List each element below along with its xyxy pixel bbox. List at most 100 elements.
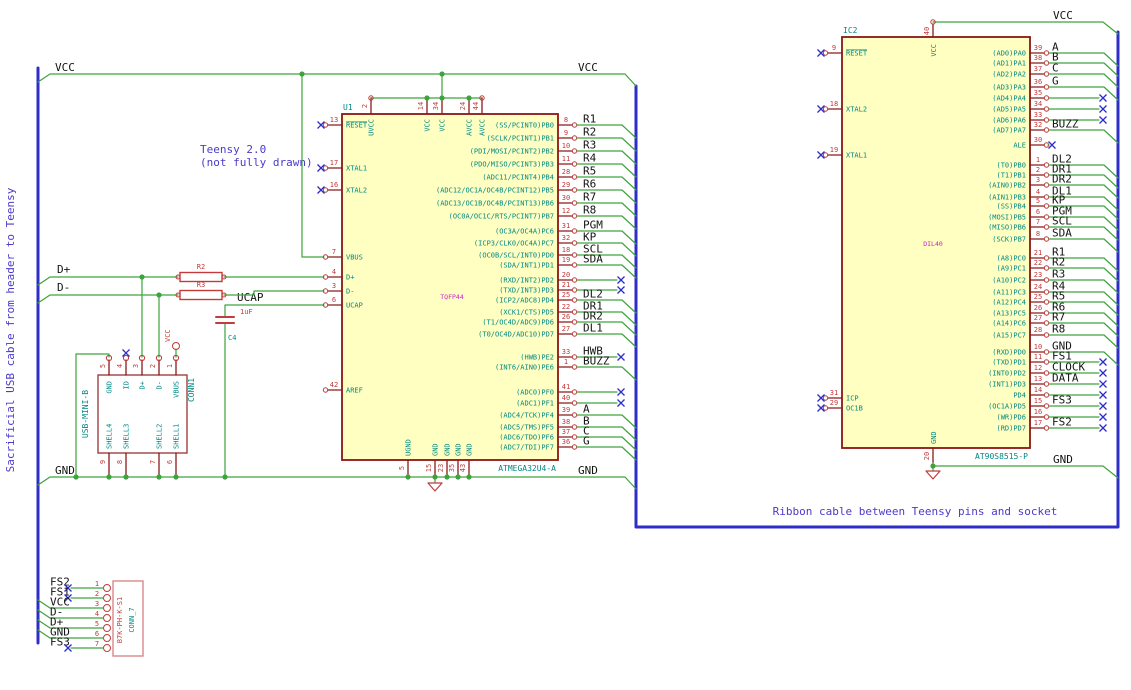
pin-name: ICP — [846, 395, 859, 403]
pin-name: (ADC13/OC1B/OC4B/PCINT13)PB6 — [436, 200, 554, 208]
pin-number: 32 — [1034, 121, 1042, 129]
vcc-label-mid: VCC — [578, 61, 598, 74]
pin-number: 20 — [923, 452, 931, 460]
junction-dot — [444, 474, 450, 480]
pin-name: (T1)PB1 — [996, 172, 1026, 180]
teensy-note-line2: (not fully drawn) — [200, 156, 313, 169]
pin-end — [1043, 172, 1050, 178]
pin-number: 22 — [562, 303, 570, 311]
net-label: G — [1052, 75, 1059, 88]
pin-name: VCC — [930, 44, 938, 57]
pin-name: D- — [156, 381, 164, 389]
pin-end — [322, 165, 329, 171]
pin-name: (WR)PD6 — [996, 414, 1026, 422]
pin-number: 11 — [562, 155, 570, 163]
pin-number: 40 — [923, 27, 931, 35]
ucap-label: UCAP — [237, 291, 264, 304]
wire — [37, 619, 104, 629]
pin-number: 40 — [562, 394, 570, 402]
pin-number: 13 — [1034, 375, 1042, 383]
pin-name: (T1/OC4D/ADC9)PD6 — [482, 319, 554, 327]
pin-number: 34 — [432, 102, 440, 110]
conn7-part: B7K-PH-K-S1 — [116, 597, 124, 643]
pin-number: 7 — [1036, 218, 1040, 226]
pin-name: (ADC6/TDO)PF6 — [499, 434, 554, 442]
ic2-footprint: DIL40 — [923, 240, 943, 248]
pin-number: 33 — [562, 348, 570, 356]
pin-end — [1043, 277, 1050, 283]
gnd-symbol-icon — [925, 470, 941, 480]
pin-name: VCC — [424, 119, 432, 132]
pin-name: (SCLK/PCINT1)PB1 — [487, 135, 554, 143]
pin-end — [1043, 194, 1050, 200]
net-label: SDA — [583, 253, 603, 266]
pin-number: 7 — [149, 460, 157, 464]
pin-name: (AD6)PA6 — [992, 117, 1026, 125]
pin-end — [571, 200, 578, 206]
connector-pin — [103, 634, 111, 642]
pin-number: 12 — [562, 207, 570, 215]
pin-end — [1043, 310, 1050, 316]
net-label: DL1 — [583, 322, 603, 335]
ic2-part: AT90S8515-P — [975, 452, 1028, 461]
pin-number: 11 — [1034, 353, 1042, 361]
pin-end — [571, 161, 578, 167]
pin-name: (ADC11/PCINT4)PB4 — [482, 174, 554, 182]
no-connect-icon — [1099, 116, 1107, 124]
pin-number: 21 — [562, 281, 570, 289]
pin-number: 36 — [562, 438, 570, 446]
pin-end — [571, 287, 578, 293]
pin-name: GND — [106, 381, 114, 394]
no-connect-icon — [617, 353, 625, 361]
pin-number: 31 — [562, 222, 570, 230]
net-label: R8 — [583, 204, 596, 217]
pin-number: 3 — [1036, 176, 1040, 184]
pin-number: 24 — [459, 102, 467, 110]
pin-name: UGND — [405, 439, 413, 456]
junction-dot — [156, 292, 162, 298]
pin-name: (RD)PD7 — [996, 425, 1026, 433]
pin-name: (OC0A/OC1C/RTS/PCINT7)PB7 — [449, 213, 554, 221]
pin-name: (OC3A/OC4A)PC6 — [495, 228, 554, 236]
wire — [1048, 73, 1119, 88]
pin-name: (MOSI)PB5 — [988, 214, 1026, 222]
pin-name: (OC0B/SCL/INT0)PD0 — [478, 252, 554, 260]
wire — [1048, 52, 1119, 67]
pin-name: (PDI/MOSI/PCINT2)PB2 — [470, 148, 554, 156]
pin-number: 32 — [562, 234, 570, 242]
pin-name: (T0/OC4D/ADC10)PD7 — [478, 331, 554, 339]
pin-number: 17 — [1034, 419, 1042, 427]
pin-number: 4 — [332, 268, 336, 276]
pin-name: (ADC5/TMS)PF5 — [499, 424, 554, 432]
pin-end — [571, 252, 578, 258]
wire — [576, 264, 637, 279]
pin-end — [1043, 425, 1050, 431]
pin-name: AVCC — [466, 119, 474, 136]
no-connect-icon — [1099, 380, 1107, 388]
pin-name: (A14)PC6 — [992, 320, 1026, 328]
pin-name: UVCC — [368, 119, 376, 136]
pin-name: AVCC — [479, 119, 487, 136]
pin-name: RESET — [346, 122, 368, 130]
pin-number: 35 — [448, 464, 456, 472]
pin-end — [571, 389, 578, 395]
pin-end — [571, 148, 578, 154]
junction-dot — [455, 474, 461, 480]
pin-name: (A13)PC5 — [992, 310, 1026, 318]
pin-number: 37 — [1034, 65, 1042, 73]
pin-name: (AD1)PA1 — [992, 60, 1026, 68]
pin-name: (A8)PC0 — [996, 255, 1026, 263]
pin-end — [1043, 320, 1050, 326]
pin-name: VBUS — [346, 254, 363, 262]
junction-dot — [439, 95, 445, 101]
pin-number: 4 — [95, 610, 99, 618]
pin-name: (INT0)PD2 — [988, 370, 1026, 378]
pin-end — [1043, 84, 1050, 90]
pin-end — [571, 400, 578, 406]
net-label: G — [583, 435, 590, 448]
pin-name: PD4 — [1013, 392, 1026, 400]
no-connect-icon — [1099, 424, 1107, 432]
wire — [37, 629, 104, 639]
pin-number: 41 — [562, 383, 570, 391]
no-connect-icon — [1099, 358, 1107, 366]
